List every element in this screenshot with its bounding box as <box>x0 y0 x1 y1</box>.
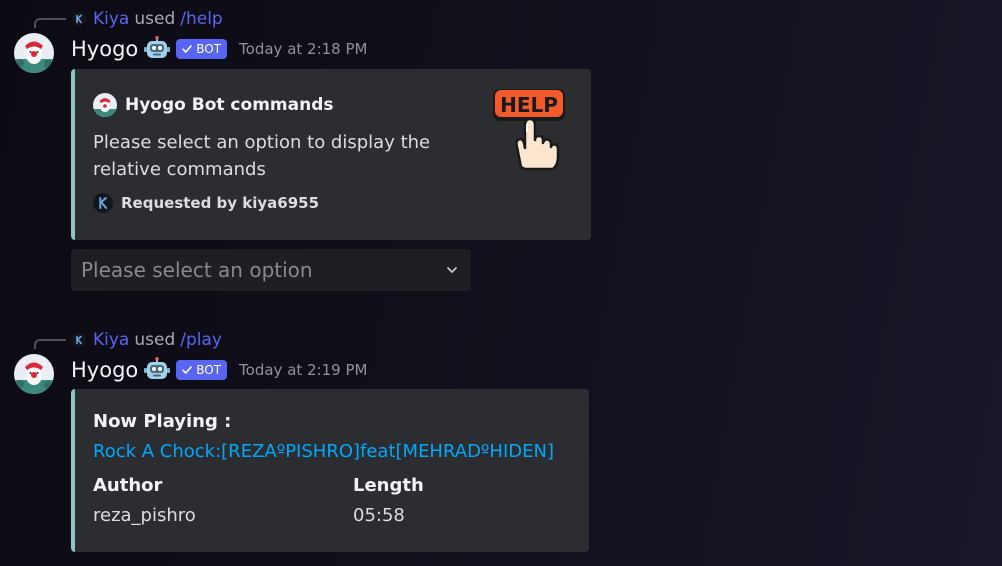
message-header: Hyogo BOT Today at 2:18 PM <box>71 35 367 63</box>
bot-badge: BOT <box>176 39 228 59</box>
reply-connector <box>34 339 66 349</box>
chevron-down-icon[interactable] <box>445 263 459 277</box>
reply-reference[interactable]: Kiya used /help <box>72 9 223 29</box>
help-text: HELP <box>500 93 558 117</box>
field-length-value: 05:58 <box>353 505 405 526</box>
reply-username[interactable]: Kiya <box>93 9 129 29</box>
embed-footer-text: Requested by kiya6955 <box>121 194 320 212</box>
username[interactable]: Hyogo <box>71 37 138 61</box>
track-link[interactable]: Rock A Chock:[REZAºPISHRO]feat[MEHRADºHI… <box>93 441 554 462</box>
reply-command[interactable]: /play <box>180 330 222 350</box>
bot-badge-label: BOT <box>196 363 222 377</box>
kiya-avatar-icon[interactable] <box>72 12 86 26</box>
reply-used-text: used <box>134 9 176 29</box>
hyogo-avatar-icon[interactable] <box>14 354 54 394</box>
hyogo-avatar-icon[interactable] <box>14 33 54 73</box>
embed-title: Now Playing : <box>93 411 232 432</box>
bot-badge: BOT <box>176 360 228 380</box>
field-author-value: reza_pishro <box>93 505 196 526</box>
username[interactable]: Hyogo <box>71 358 138 382</box>
reply-reference[interactable]: Kiya used /play <box>72 330 222 350</box>
verified-check-icon <box>182 45 193 53</box>
kiya-avatar-icon <box>93 193 113 213</box>
embed-footer: Requested by kiya6955 <box>93 193 319 213</box>
verified-check-icon <box>182 366 193 374</box>
embed-author: Hyogo Bot commands <box>93 93 333 117</box>
kiya-avatar-icon[interactable] <box>72 333 86 347</box>
field-author-name: Author <box>93 475 163 496</box>
embed-author-name: Hyogo Bot commands <box>125 95 334 115</box>
reply-username[interactable]: Kiya <box>93 330 129 350</box>
reply-command[interactable]: /help <box>180 9 222 29</box>
option-select-menu[interactable]: Please select an option <box>71 249 471 291</box>
reply-connector <box>34 18 66 28</box>
embed-description: Please select an option to display the r… <box>93 132 431 180</box>
timestamp[interactable]: Today at 2:18 PM <box>239 40 367 58</box>
reply-used-text: used <box>134 330 176 350</box>
robot-emoji-icon <box>144 357 171 379</box>
field-length-name: Length <box>353 475 424 496</box>
hyogo-avatar-icon <box>93 93 117 117</box>
timestamp[interactable]: Today at 2:19 PM <box>239 361 367 379</box>
embed-help: Hyogo Bot commands Please select an opti… <box>71 69 591 240</box>
select-placeholder[interactable]: Please select an option <box>81 258 313 282</box>
help-hand-icon: HELP <box>493 89 565 171</box>
bot-badge-label: BOT <box>196 42 222 56</box>
message-header: Hyogo BOT Today at 2:19 PM <box>71 356 367 384</box>
embed-now-playing: Now Playing : Rock A Chock:[REZAºPISHRO]… <box>71 389 589 552</box>
robot-emoji-icon <box>144 36 171 58</box>
